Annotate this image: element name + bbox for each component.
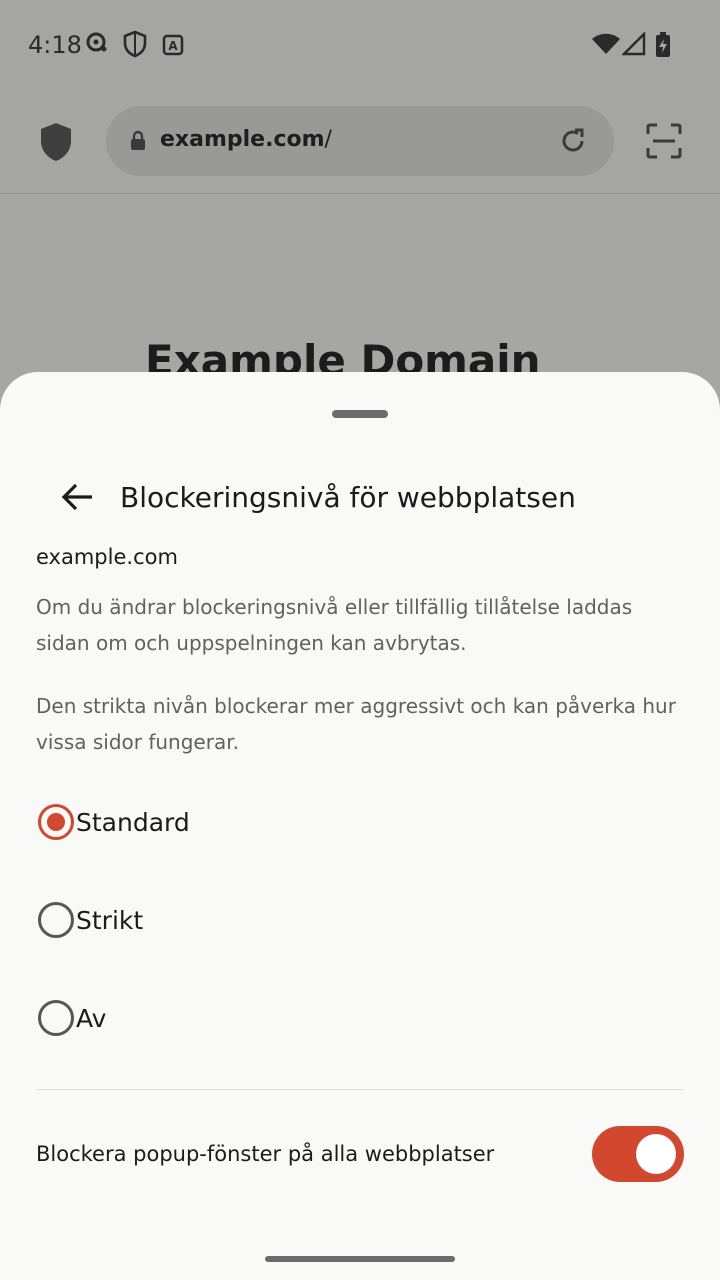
radio-button[interactable] xyxy=(38,1000,74,1036)
radio-label: Av xyxy=(76,1003,107,1033)
gesture-nav-handle[interactable] xyxy=(265,1256,455,1262)
scan-icon[interactable] xyxy=(645,122,683,165)
popup-block-toggle[interactable] xyxy=(592,1126,684,1182)
popup-block-row[interactable]: Blockera popup-fönster på alla webbplats… xyxy=(36,1124,684,1184)
battery-icon xyxy=(654,31,672,64)
wifi-icon xyxy=(591,32,621,61)
radio-label: Strikt xyxy=(76,905,144,935)
radio-label: Standard xyxy=(76,807,190,837)
strict-warning-text: Den strikta nivån blockerar mer aggressi… xyxy=(36,694,676,754)
back-button[interactable] xyxy=(52,474,102,524)
toggle-knob xyxy=(636,1134,676,1174)
reload-warning-text: Om du ändrar blockeringsnivå eller tillf… xyxy=(36,595,633,655)
url-text[interactable]: example.com/ xyxy=(160,127,332,152)
shield-icon[interactable] xyxy=(38,121,74,168)
status-time: 4:18 xyxy=(28,31,82,59)
radio-option-strikt[interactable]: Strikt xyxy=(36,890,676,950)
radio-option-av[interactable]: Av xyxy=(36,988,676,1048)
radio-button-checked[interactable] xyxy=(38,804,74,840)
signal-icon xyxy=(621,31,646,61)
divider xyxy=(36,1089,684,1090)
a-icon: A xyxy=(162,34,184,61)
vpn-shield-icon xyxy=(122,30,148,63)
back-arrow-icon xyxy=(60,482,94,517)
popup-block-label: Blockera popup-fönster på alla webbplats… xyxy=(36,1142,495,1166)
lock-icon xyxy=(128,130,148,157)
radio-button[interactable] xyxy=(38,902,74,938)
site-domain: example.com xyxy=(36,545,178,569)
cast-icon xyxy=(84,30,108,59)
svg-text:A: A xyxy=(168,39,178,53)
reload-icon[interactable] xyxy=(558,126,588,161)
sheet-title: Blockeringsnivå för webbplatsen xyxy=(120,481,576,514)
sheet-drag-handle[interactable] xyxy=(332,410,388,418)
radio-option-standard[interactable]: Standard xyxy=(36,792,676,852)
